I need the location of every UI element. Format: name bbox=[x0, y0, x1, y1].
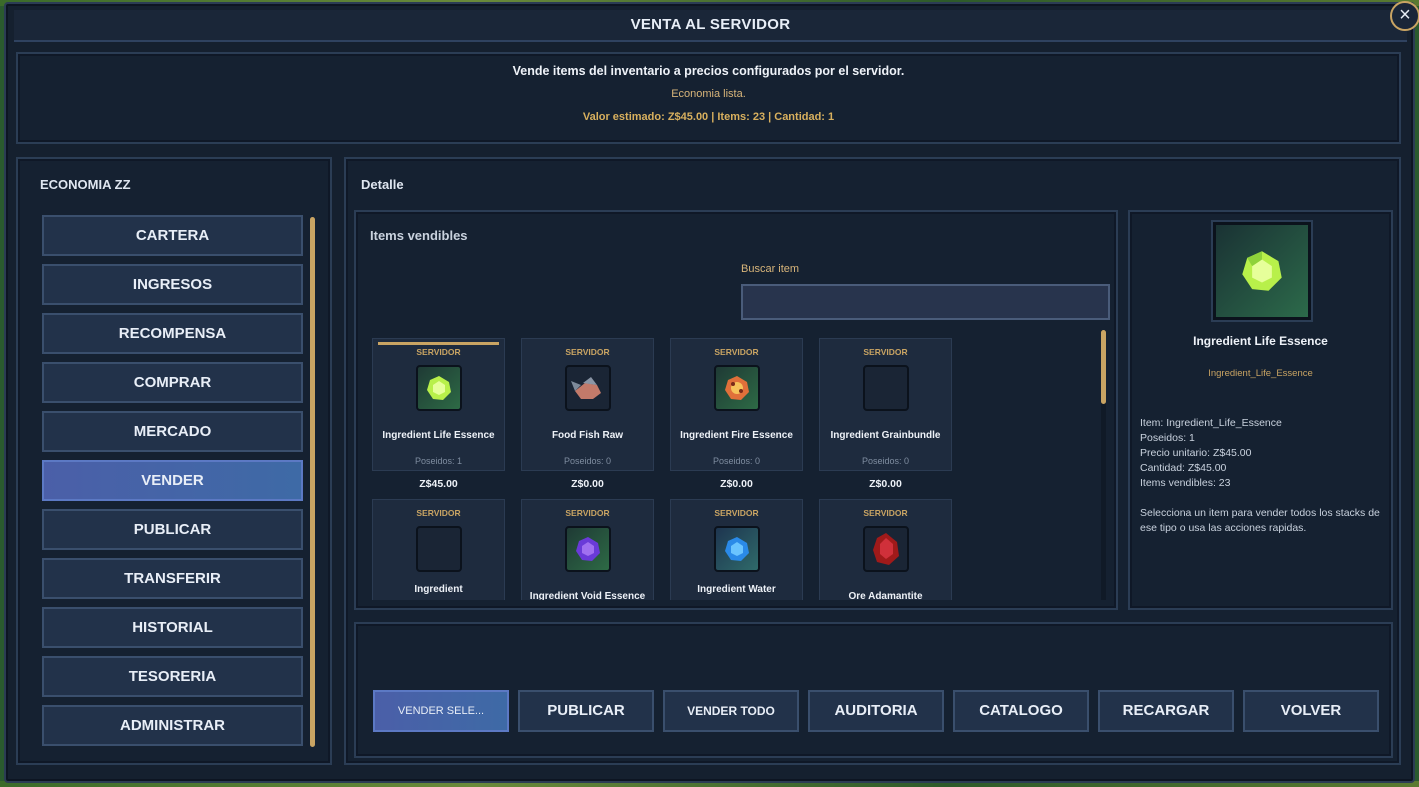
nav-vender-button[interactable]: VENDER bbox=[42, 460, 303, 501]
item-price: Z$45.00 bbox=[419, 478, 458, 490]
item-price: Z$0.00 bbox=[869, 478, 902, 490]
search-label: Buscar item bbox=[741, 263, 800, 275]
item-source-tag: SERVIDOR bbox=[863, 347, 908, 357]
raw-fish-icon bbox=[565, 365, 611, 411]
reload-button[interactable]: RECARGAR bbox=[1098, 690, 1234, 732]
preview-unit-price-line: Precio unitario: Z$45.00 bbox=[1140, 447, 1252, 459]
item-card[interactable]: SERVIDOR Ingredient Water bbox=[670, 499, 803, 600]
nav-tesoreria-button[interactable]: TESORERIA bbox=[42, 656, 303, 697]
nav-ingresos-button[interactable]: INGRESOS bbox=[42, 264, 303, 305]
item-owned: Poseidos: 0 bbox=[712, 456, 761, 466]
adamantite-ore-icon bbox=[863, 526, 909, 572]
item-source-tag: SERVIDOR bbox=[863, 508, 908, 518]
selected-indicator bbox=[378, 342, 499, 345]
item-name: Ingredient Life Essence bbox=[382, 430, 495, 441]
item-owned: Poseidos: 0 bbox=[861, 456, 910, 466]
info-description: Vende items del inventario a precios con… bbox=[512, 64, 905, 78]
item-name: Food Fish Raw bbox=[551, 430, 624, 441]
info-panel: Vende items del inventario a precios con… bbox=[16, 52, 1401, 144]
item-source-tag: SERVIDOR bbox=[714, 508, 759, 518]
preview-hint: Selecciona un item para vender todos los… bbox=[1140, 507, 1380, 534]
empty-slot-icon bbox=[416, 526, 462, 572]
nav-transferir-button[interactable]: TRANSFERIR bbox=[42, 558, 303, 599]
window-title: VENTA AL SERVIDOR bbox=[14, 10, 1407, 42]
item-name: Ingredient Water bbox=[697, 584, 776, 595]
item-source-tag: SERVIDOR bbox=[416, 347, 461, 357]
nav-mercado-button[interactable]: MERCADO bbox=[42, 411, 303, 452]
close-button[interactable]: × bbox=[1390, 1, 1419, 31]
nav-heading: ECONOMIA ZZ bbox=[40, 177, 131, 192]
preview-details: Item: Ingredient_Life_Essence Poseidos: … bbox=[1140, 416, 1282, 491]
empty-slot-icon bbox=[863, 365, 909, 411]
item-card[interactable]: SERVIDOR Ingredient Fire Essence Poseido… bbox=[670, 338, 803, 471]
items-heading: Items vendibles bbox=[370, 228, 468, 243]
detail-heading: Detalle bbox=[361, 177, 404, 192]
item-name: Ingredient Void Essence bbox=[529, 591, 646, 600]
search-input[interactable] bbox=[741, 284, 1110, 320]
fire-essence-icon bbox=[714, 365, 760, 411]
publish-button[interactable]: PUBLICAR bbox=[518, 690, 654, 732]
item-owned: Poseidos: 0 bbox=[563, 456, 612, 466]
estimate-summary: Valor estimado: Z$45.00 | Items: 23 | Ca… bbox=[582, 111, 835, 123]
catalog-button[interactable]: CATALOGO bbox=[953, 690, 1089, 732]
nav-historial-button[interactable]: HISTORIAL bbox=[42, 607, 303, 648]
life-essence-icon bbox=[416, 365, 462, 411]
item-source-tag: SERVIDOR bbox=[714, 347, 759, 357]
item-price: Z$0.00 bbox=[720, 478, 753, 490]
item-name: Ingredient Fire Essence bbox=[680, 430, 793, 441]
item-name: Ore Adamantite bbox=[848, 591, 923, 600]
nav-publicar-button[interactable]: PUBLICAR bbox=[42, 509, 303, 550]
item-preview-panel: Ingredient Life Essence Ingredient_Life_… bbox=[1128, 210, 1393, 610]
audit-button[interactable]: AUDITORIA bbox=[808, 690, 944, 732]
item-card[interactable]: SERVIDOR Ingredient Grainbundle Poseidos… bbox=[819, 338, 952, 471]
water-essence-icon bbox=[714, 526, 760, 572]
item-card[interactable]: SERVIDOR Ore Adamantite bbox=[819, 499, 952, 600]
nav-cartera-button[interactable]: CARTERA bbox=[42, 215, 303, 256]
preview-quantity-line: Cantidad: Z$45.00 bbox=[1140, 462, 1227, 474]
preview-item-line: Item: Ingredient_Life_Essence bbox=[1140, 417, 1282, 429]
life-essence-icon bbox=[1213, 222, 1311, 320]
item-card[interactable]: SERVIDOR Ingredient Life Essence Poseido… bbox=[372, 338, 505, 471]
preview-item-name: Ingredient Life Essence bbox=[1193, 334, 1328, 348]
items-grid: SERVIDOR Ingredient Life Essence Poseido… bbox=[370, 338, 1094, 600]
item-owned: Poseidos: 1 bbox=[414, 456, 463, 466]
nav-scrollbar[interactable] bbox=[310, 217, 315, 747]
sell-all-button[interactable]: VENDER TODO bbox=[663, 690, 799, 732]
actions-panel: VENDER SELE... PUBLICAR VENDER TODO AUDI… bbox=[354, 622, 1393, 758]
item-card[interactable]: SERVIDOR Food Fish Raw Poseidos: 0 bbox=[521, 338, 654, 471]
void-essence-icon bbox=[565, 526, 611, 572]
preview-sellable-count-line: Items vendibles: 23 bbox=[1140, 477, 1231, 489]
items-scroll-thumb[interactable] bbox=[1101, 330, 1106, 404]
nav-comprar-button[interactable]: COMPRAR bbox=[42, 362, 303, 403]
preview-owned-line: Poseidos: 1 bbox=[1140, 432, 1195, 444]
item-source-tag: SERVIDOR bbox=[416, 508, 461, 518]
item-source-tag: SERVIDOR bbox=[565, 508, 610, 518]
nav-administrar-button[interactable]: ADMINISTRAR bbox=[42, 705, 303, 746]
item-name: Ingredient Grainbundle bbox=[830, 430, 941, 441]
economy-nav-panel: ECONOMIA ZZ CARTERA INGRESOS RECOMPENSA … bbox=[16, 157, 332, 765]
sell-selected-button[interactable]: VENDER SELE... bbox=[373, 690, 509, 732]
item-source-tag: SERVIDOR bbox=[565, 347, 610, 357]
preview-item-id: Ingredient_Life_Essence bbox=[1208, 368, 1313, 379]
nav-recompensa-button[interactable]: RECOMPENSA bbox=[42, 313, 303, 354]
item-card[interactable]: SERVIDOR Ingredient bbox=[372, 499, 505, 600]
item-card[interactable]: SERVIDOR Ingredient Void Essence bbox=[521, 499, 654, 600]
item-name: Ingredient bbox=[414, 584, 463, 595]
economy-status: Economia lista. bbox=[671, 88, 746, 100]
sellable-items-panel: Items vendibles Buscar item SERVIDOR Ing… bbox=[354, 210, 1118, 610]
item-price: Z$0.00 bbox=[571, 478, 604, 490]
close-icon: × bbox=[1399, 4, 1411, 26]
back-button[interactable]: VOLVER bbox=[1243, 690, 1379, 732]
